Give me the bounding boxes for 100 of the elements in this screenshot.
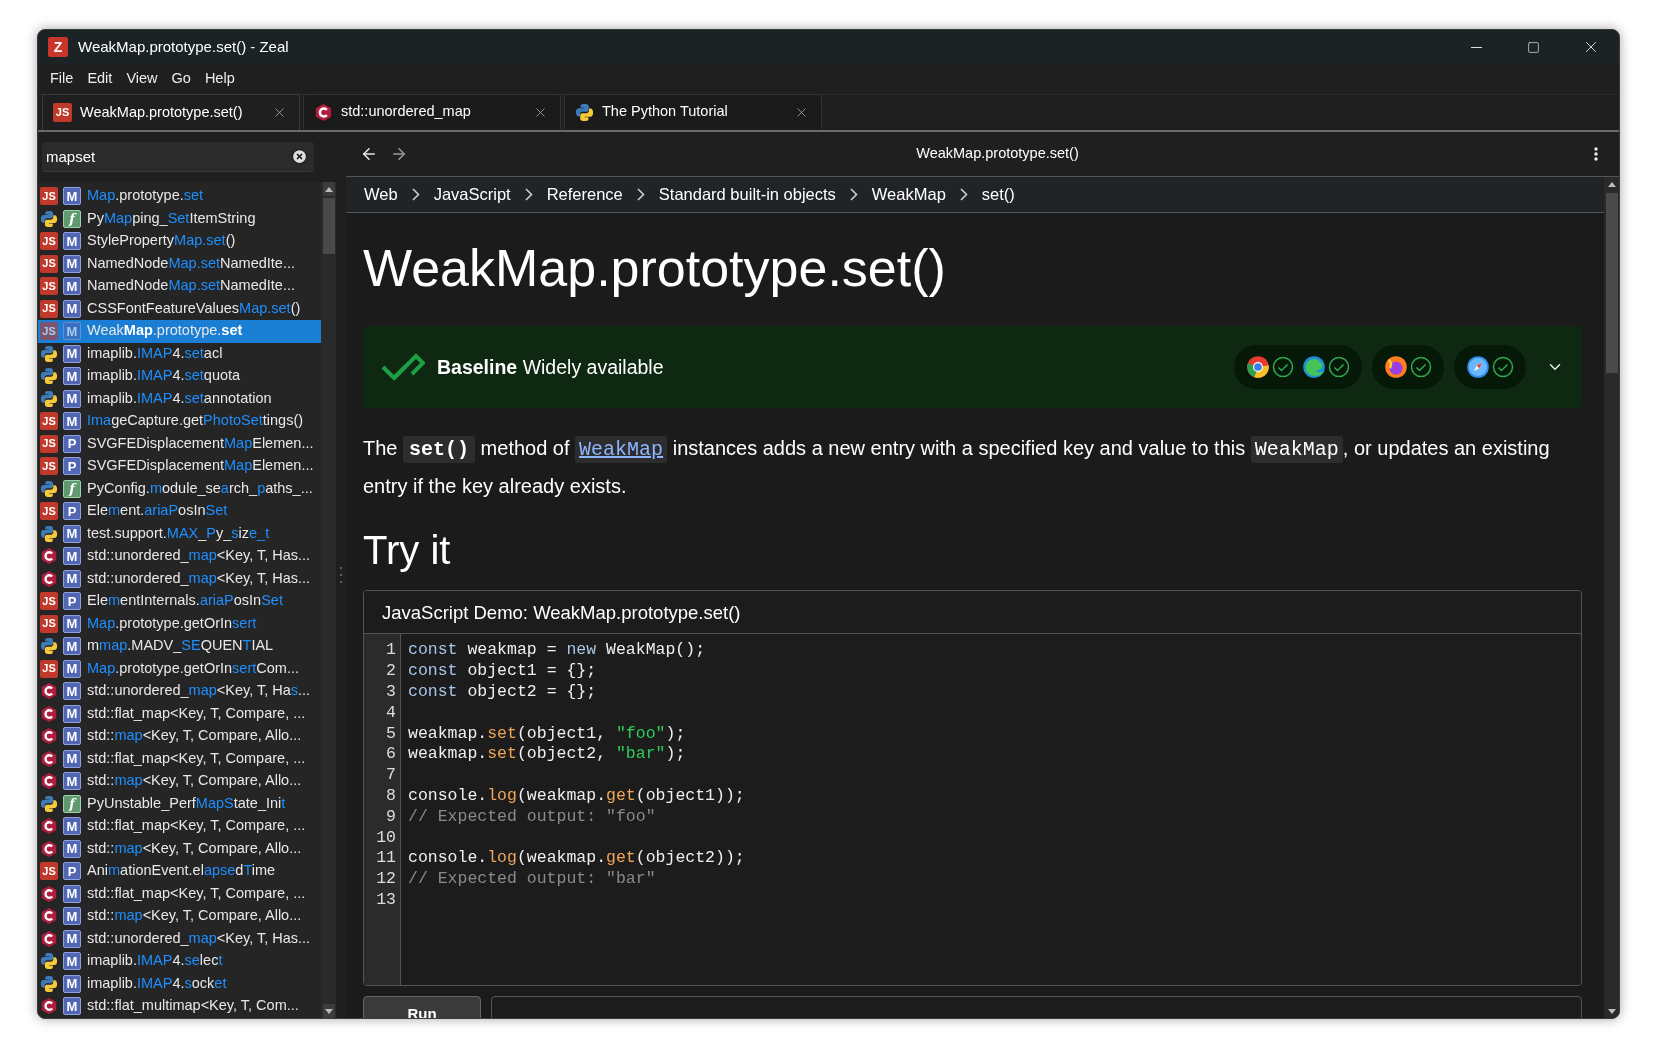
search-result-item[interactable]: M std::flat_map<Key, T, Compare, ... [38, 702, 321, 725]
symbol-type-badge: M [63, 524, 81, 543]
document-tab[interactable]: The Python Tutorial [564, 94, 822, 129]
browser-support-pill[interactable] [1454, 345, 1526, 390]
menu-item[interactable]: Go [165, 68, 197, 90]
search-result-item[interactable]: JS P ElementInternals.ariaPosInSet [38, 590, 321, 613]
python-logo-icon [40, 974, 58, 993]
result-name: ElementInternals.ariaPosInSet [87, 591, 283, 611]
search-result-item[interactable]: M std::flat_map<Key, T, Compare, ... [38, 882, 321, 905]
javascript-badge: JS [40, 254, 58, 273]
javascript-badge: JS [40, 659, 58, 678]
check-circle-icon [1328, 356, 1350, 379]
search-result-item[interactable]: M std::unordered_map<Key, T, Has... [38, 545, 321, 568]
search-result-item[interactable]: M imaplib.IMAP4.setquota [38, 365, 321, 388]
browser-support-pill[interactable] [1234, 345, 1362, 390]
search-result-item[interactable]: JS M CSSFontFeatureValuesMap.set() [38, 297, 321, 320]
cpp-logo-icon [40, 547, 58, 566]
breadcrumb-link[interactable]: Standard built-in objects [658, 182, 836, 207]
symbol-type-badge: M [63, 659, 81, 678]
search-result-item[interactable]: M std::flat_multimap<Key, T, Com... [38, 995, 321, 1018]
close-tab-icon[interactable] [272, 105, 287, 120]
search-result-item[interactable]: M std::unordered_map<Key, T, Has... [38, 680, 321, 703]
search-result-item[interactable]: JS M Map.prototype.getOrInsert [38, 612, 321, 635]
breadcrumb-link[interactable]: JavaScript [433, 182, 511, 207]
scrollbar-thumb[interactable] [322, 198, 335, 254]
browser-support-pill[interactable] [1372, 345, 1444, 390]
symbol-type-badge: M [63, 727, 81, 746]
search-result-item[interactable]: JS M ImageCapture.getPhotoSettings() [38, 410, 321, 433]
search-result-item[interactable]: f PyUnstable_PerfMapState_Init [38, 792, 321, 815]
search-result-item[interactable]: M std::map<Key, T, Compare, Allo... [38, 837, 321, 860]
scrollbar[interactable] [321, 182, 336, 1018]
javascript-badge: JS [40, 434, 58, 453]
document-tab[interactable]: std::unordered_map [303, 94, 561, 129]
search-result-item[interactable]: JS P AnimationEvent.elapsedTime [38, 860, 321, 883]
search-result-item[interactable]: M mmap.MADV_SEQUENTIAL [38, 635, 321, 658]
document-tab[interactable]: JS WeakMap.prototype.set() [42, 94, 300, 130]
scroll-up-icon[interactable] [1607, 181, 1616, 187]
cpp-logo-icon [40, 884, 58, 903]
tab-title: std::unordered_map [341, 102, 472, 122]
javascript-badge: JS [53, 103, 72, 122]
search-result-item[interactable]: M imaplib.IMAP4.setannotation [38, 387, 321, 410]
search-result-item[interactable]: M std::map<Key, T, Compare, Allo... [38, 905, 321, 928]
symbol-type-badge: M [63, 322, 81, 341]
article-heading: WeakMap.prototype.set() [363, 238, 947, 299]
search-result-item[interactable]: M imaplib.IMAP4.select [38, 950, 321, 973]
result-name: CSSFontFeatureValuesMap.set() [87, 298, 301, 318]
scroll-down-icon[interactable] [324, 1008, 333, 1014]
line-number: 13 [376, 889, 396, 911]
breadcrumb-link[interactable]: Reference [546, 182, 623, 207]
result-name: SVGFEDisplacementMapElemen... [87, 433, 314, 453]
search-result-item[interactable]: M std::unordered_map<Key, T, Has... [38, 927, 321, 950]
search-result-item[interactable]: M imaplib.IMAP4.socket [38, 972, 321, 995]
result-name: std::unordered_map<Key, T, Has... [87, 568, 311, 588]
intro-paragraph: The set() method of WeakMap instances adds a new entry with a specified key and value to this WeakMap , or updates an existing entry if the key already exists. [363, 435, 1551, 500]
result-name: std::unordered_map<Key, T, Has... [87, 928, 311, 948]
search-result-item[interactable]: JS M StylePropertyMap.set() [38, 230, 321, 253]
search-result-item[interactable]: JS P SVGFEDisplacementMapElemen... [38, 432, 321, 455]
scrollbar-thumb[interactable] [1605, 193, 1618, 373]
search-result-item[interactable]: JS M NamedNodeMap.setNamedIte... [38, 252, 321, 275]
weakmap-link[interactable]: WeakMap [575, 436, 668, 464]
result-name: std::unordered_map<Key, T, Has... [87, 681, 311, 701]
breadcrumb-link[interactable]: WeakMap [871, 182, 946, 207]
symbol-type-badge: M [63, 817, 81, 836]
scroll-up-icon[interactable] [324, 186, 333, 192]
menu-item[interactable]: Help [198, 68, 241, 90]
search-result-item[interactable]: M std::unordered_map<Key, T, Has... [38, 567, 321, 590]
search-result-item[interactable]: JS P SVGFEDisplacementMapElemen... [38, 455, 321, 478]
search-result-item[interactable]: M imaplib.IMAP4.setacl [38, 342, 321, 365]
search-result-item[interactable]: JS M Map.prototype.set [38, 185, 321, 208]
search-field[interactable]: mapset [42, 142, 314, 172]
result-name: std::flat_multimap<Key, T, Com... [87, 996, 299, 1016]
breadcrumb-link[interactable]: set() [981, 182, 1015, 207]
symbol-type-badge: P [63, 457, 81, 476]
breadcrumb-link[interactable]: Web [364, 182, 398, 207]
scrollbar[interactable] [1604, 177, 1619, 1018]
search-result-item[interactable]: M std::flat_map<Key, T, Compare, ... [38, 747, 321, 770]
search-result-item[interactable]: M test.support.MAX_Py_size_t [38, 522, 321, 545]
search-result-item[interactable]: JS M WeakMap.prototype.set [38, 320, 321, 343]
search-result-item[interactable]: M std::map<Key, T, Compare, Allo... [38, 770, 321, 793]
scroll-down-icon[interactable] [1607, 1008, 1616, 1014]
search-result-item[interactable]: JS M NamedNodeMap.setNamedIte... [38, 275, 321, 298]
result-name: mmap.MADV_SEQUENTIAL [87, 636, 274, 656]
symbol-type-badge: M [63, 367, 81, 386]
search-result-item[interactable]: JS P Element.ariaPosInSet [38, 500, 321, 523]
cpp-logo-icon [40, 839, 58, 858]
search-result-item[interactable]: M std::map<Key, T, Compare, Allo... [38, 725, 321, 748]
menu-item[interactable]: File [44, 68, 80, 90]
result-name: SVGFEDisplacementMapElemen... [87, 456, 314, 476]
search-result-item[interactable]: f PyMapping_SetItemString [38, 207, 321, 230]
python-logo-icon [40, 637, 58, 656]
browser-logo-icon [1384, 355, 1408, 380]
search-result-item[interactable]: f PyConfig.module_search_paths_... [38, 477, 321, 500]
menu-item[interactable]: View [120, 68, 164, 90]
python-logo-icon [40, 479, 58, 498]
tab-title: WeakMap.prototype.set() [80, 102, 244, 122]
python-logo-icon [40, 952, 58, 971]
menu-item[interactable]: Edit [81, 68, 119, 90]
search-result-item[interactable]: M std::flat_map<Key, T, Compare, ... [38, 815, 321, 838]
search-result-item[interactable]: JS M Map.prototype.getOrInsertCom... [38, 657, 321, 680]
minimize-icon [1471, 46, 1482, 48]
